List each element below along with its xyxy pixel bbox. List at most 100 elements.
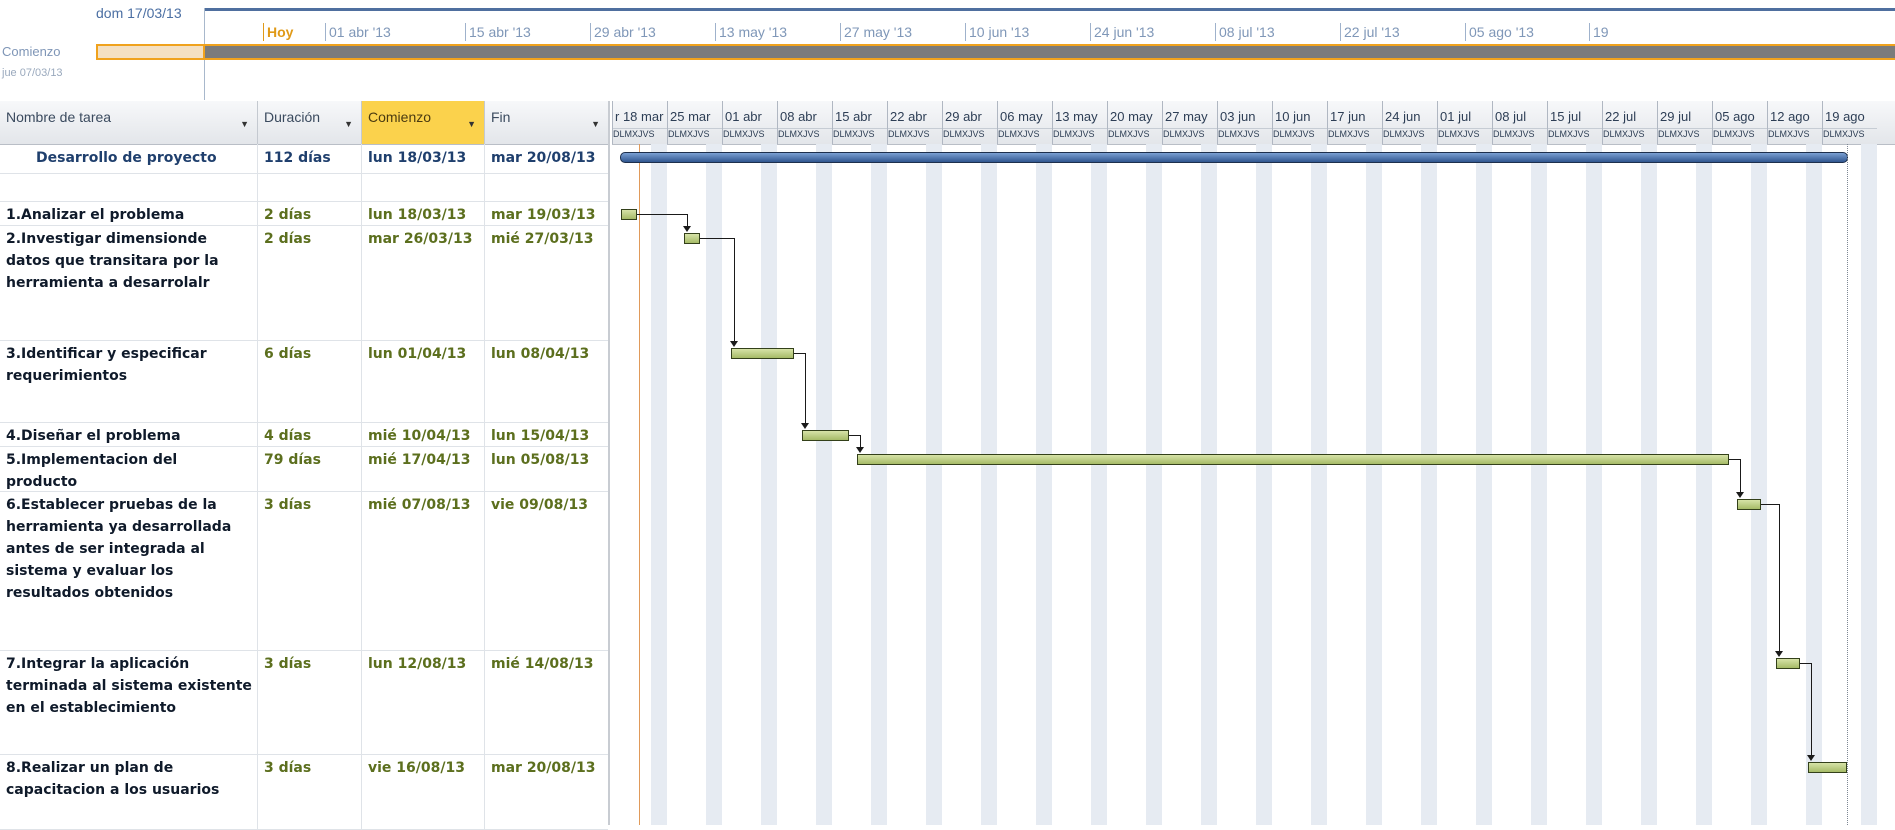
timescale-day-letters: DLMXJVS xyxy=(1163,128,1217,144)
filter-dropdown-icon[interactable]: ▼ xyxy=(467,119,476,129)
timescale-day-letters: DLMXJVS xyxy=(1438,128,1492,144)
timescale-week: 08 jul DLMXJVS xyxy=(1492,101,1547,144)
filter-dropdown-icon[interactable]: ▼ xyxy=(240,119,249,129)
task-duration-cell[interactable] xyxy=(258,173,362,201)
task-end-cell[interactable]: mar 19/03/13 xyxy=(485,201,608,225)
dependency-arrow-icon xyxy=(683,226,692,232)
task-duration-cell[interactable]: 6 días xyxy=(258,340,362,422)
task-name-cell[interactable]: 2.Investigar dimensionde datos que trans… xyxy=(0,225,258,340)
summary-bar[interactable] xyxy=(620,152,1849,163)
task-bar[interactable] xyxy=(857,454,1730,465)
task-bar[interactable] xyxy=(684,233,700,244)
nonworking-day-shading xyxy=(651,144,667,825)
task-row[interactable]: 5.Implementacion del producto 79 días mié … xyxy=(0,446,608,492)
task-bar[interactable] xyxy=(731,348,795,359)
today-line xyxy=(639,144,640,825)
task-start-cell[interactable]: mié 10/04/13 xyxy=(362,422,485,446)
empty-row[interactable] xyxy=(0,173,608,202)
task-bar[interactable] xyxy=(1737,499,1761,510)
timescale-week-label: 27 may xyxy=(1165,109,1208,124)
task-row[interactable]: 3.Identificar y especificar requerimient… xyxy=(0,340,608,423)
filter-dropdown-icon[interactable]: ▼ xyxy=(344,119,353,129)
dependency-arrow-icon xyxy=(856,447,865,453)
nonworking-day-shading xyxy=(1531,144,1547,825)
task-duration-cell[interactable]: 79 días xyxy=(258,446,362,491)
timeline-date-mark: 27 may '13 xyxy=(840,23,912,41)
task-row[interactable]: 4.Diseñar el problema 4 días mié 10/04/13 l… xyxy=(0,422,608,447)
task-name-cell[interactable]: Desarrollo de proyecto xyxy=(0,144,258,173)
timeline-today-marker: Hoy xyxy=(263,23,293,41)
task-row[interactable]: 7.Integrar la aplicación terminada al si… xyxy=(0,650,608,755)
column-header-start[interactable]: Comienzo ▼ xyxy=(362,101,485,144)
task-end-cell[interactable] xyxy=(485,173,608,201)
timeline-view[interactable]: dom 17/03/13 Comienzo jue 07/03/13 Hoy 0… xyxy=(0,0,1895,100)
task-bar[interactable] xyxy=(802,430,850,441)
task-start-cell[interactable]: lun 18/03/13 xyxy=(362,144,485,173)
task-name-cell[interactable]: 6.Establecer pruebas de la herramienta y… xyxy=(0,491,258,650)
task-start-cell[interactable]: lun 01/04/13 xyxy=(362,340,485,422)
filter-dropdown-icon[interactable]: ▼ xyxy=(591,119,600,129)
gantt-chart[interactable]: r 18 mar DLMXJVS 25 mar DLMXJVS 01 abr DLMXJV… xyxy=(612,101,1895,825)
dependency-arrow-icon xyxy=(1736,492,1745,498)
timescale-day-letters: DLMXJVS xyxy=(1658,128,1712,144)
task-row[interactable]: 6.Establecer pruebas de la herramienta y… xyxy=(0,491,608,651)
task-start-cell[interactable]: mié 07/08/13 xyxy=(362,491,485,650)
task-row[interactable]: 2.Investigar dimensionde datos que trans… xyxy=(0,225,608,341)
timescale-week: 17 jun DLMXJVS xyxy=(1327,101,1382,144)
nonworking-day-shading xyxy=(816,144,832,825)
task-name-cell[interactable] xyxy=(0,173,258,201)
task-end-cell[interactable]: mar 20/08/13 xyxy=(485,144,608,173)
dependency-link xyxy=(1800,663,1811,664)
timescale-week: 29 abr DLMXJVS xyxy=(942,101,997,144)
timeline-date-mark: 24 jun '13 xyxy=(1090,23,1154,41)
timeline-date-mark: 05 ago '13 xyxy=(1465,23,1534,41)
task-name-cell[interactable]: 3.Identificar y especificar requerimient… xyxy=(0,340,258,422)
task-start-cell[interactable]: vie 16/08/13 xyxy=(362,754,485,829)
task-start-cell[interactable]: mar 26/03/13 xyxy=(362,225,485,340)
task-duration-cell[interactable]: 2 días xyxy=(258,225,362,340)
task-row[interactable]: 1.Analizar el problema 2 días lun 18/03/13… xyxy=(0,201,608,226)
task-duration-cell[interactable]: 3 días xyxy=(258,754,362,829)
timescale-week: 10 jun DLMXJVS xyxy=(1272,101,1327,144)
nonworking-day-shading xyxy=(1641,144,1657,825)
task-name-cell[interactable]: 1.Analizar el problema xyxy=(0,201,258,225)
task-end-cell[interactable]: lun 05/08/13 xyxy=(485,446,608,491)
timescale-day-letters: DLMXJVS xyxy=(1493,128,1547,144)
task-end-cell[interactable]: mié 14/08/13 xyxy=(485,650,608,754)
task-end-cell[interactable]: mar 20/08/13 xyxy=(485,754,608,829)
timescale-week: r 18 mar DLMXJVS xyxy=(612,101,667,144)
task-end-cell[interactable]: vie 09/08/13 xyxy=(485,491,608,650)
task-bar[interactable] xyxy=(621,209,638,220)
task-start-cell[interactable]: lun 12/08/13 xyxy=(362,650,485,754)
summary-task-row[interactable]: Desarrollo de proyecto 112 días lun 18/03/… xyxy=(0,144,608,174)
task-duration-cell[interactable]: 112 días xyxy=(258,144,362,173)
task-duration-cell[interactable]: 2 días xyxy=(258,201,362,225)
timescale-day-letters: DLMXJVS xyxy=(1108,128,1162,144)
column-header-name[interactable]: Nombre de tarea ▼ xyxy=(0,101,258,144)
task-start-cell[interactable]: mié 17/04/13 xyxy=(362,446,485,491)
task-start-cell[interactable] xyxy=(362,173,485,201)
task-name-cell[interactable]: 4.Diseñar el problema xyxy=(0,422,258,446)
task-duration-cell[interactable]: 3 días xyxy=(258,491,362,650)
task-name-cell[interactable]: 5.Implementacion del producto xyxy=(0,446,258,491)
timescale-week: 20 may DLMXJVS xyxy=(1107,101,1162,144)
dependency-link xyxy=(637,214,688,215)
timeline-scale: Hoy 01 abr '13 15 abr '13 29 abr '13 13 may… xyxy=(205,8,1895,43)
task-row[interactable]: 8.Realizar un plan de capacitacion a los… xyxy=(0,754,608,830)
task-duration-cell[interactable]: 3 días xyxy=(258,650,362,754)
timescale-week-label: 22 jul xyxy=(1605,109,1637,124)
task-end-cell[interactable]: lun 15/04/13 xyxy=(485,422,608,446)
task-name-cell[interactable]: 8.Realizar un plan de capacitacion a los… xyxy=(0,754,258,829)
task-bar[interactable] xyxy=(1807,762,1848,773)
column-header-start-label: Comienzo xyxy=(368,109,432,125)
task-bar[interactable] xyxy=(1776,658,1800,669)
task-duration-cell[interactable]: 4 días xyxy=(258,422,362,446)
timescale-week-label: 25 mar xyxy=(670,109,711,124)
task-start-cell[interactable]: lun 18/03/13 xyxy=(362,201,485,225)
task-end-cell[interactable]: mié 27/03/13 xyxy=(485,225,608,340)
task-name-cell[interactable]: 7.Integrar la aplicación terminada al si… xyxy=(0,650,258,754)
timeline-range-bar[interactable] xyxy=(205,44,1895,60)
task-end-cell[interactable]: lun 08/04/13 xyxy=(485,340,608,422)
column-header-duration[interactable]: Duración ▼ xyxy=(258,101,362,144)
column-header-end[interactable]: Fin ▼ xyxy=(485,101,608,144)
